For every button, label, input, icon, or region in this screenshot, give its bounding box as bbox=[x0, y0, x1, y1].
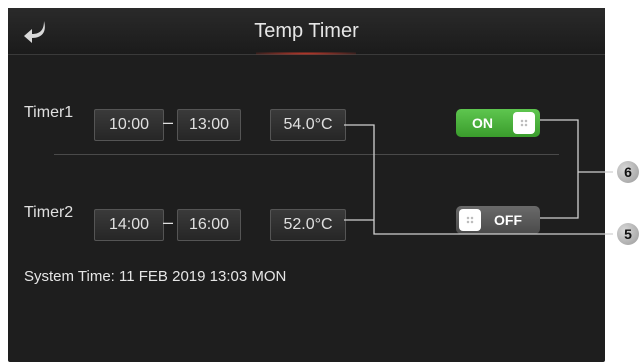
callout-badge-switches: 6 bbox=[617, 161, 639, 183]
callout-lines bbox=[344, 119, 613, 235]
callout-badge-temperatures: 5 bbox=[617, 223, 639, 245]
